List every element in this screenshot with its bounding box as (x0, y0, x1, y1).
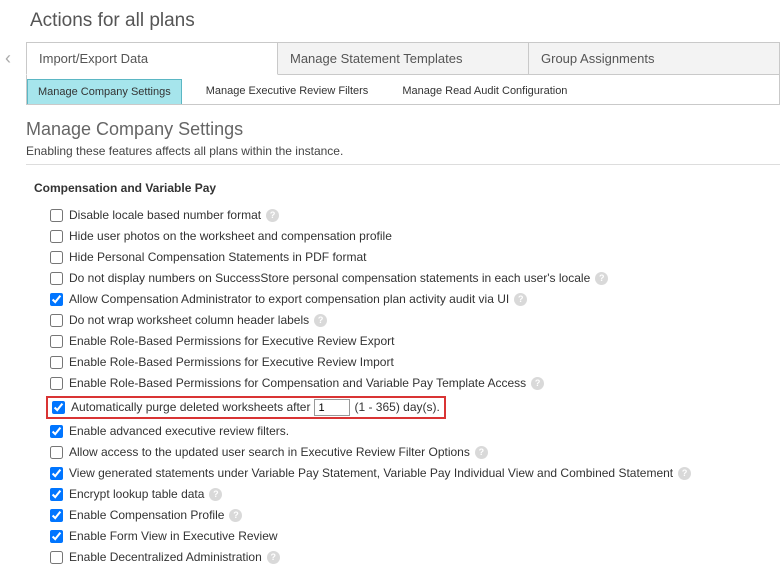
tier2-tabs: Manage Company Settings Manage Executive … (26, 75, 780, 105)
purge-days-input[interactable] (314, 399, 350, 416)
option-label: Enable Form View in Executive Review (69, 528, 278, 545)
option-row: Allow access to the updated user search … (50, 442, 780, 463)
group-title: Compensation and Variable Pay (34, 181, 780, 195)
tier1-tab[interactable]: Manage Statement Templates (278, 43, 529, 75)
help-icon[interactable]: ? (266, 209, 279, 222)
option-row: Do not wrap worksheet column header labe… (50, 310, 780, 331)
help-icon[interactable]: ? (475, 446, 488, 459)
option-checkbox[interactable] (50, 446, 63, 459)
option-checkbox[interactable] (50, 551, 63, 564)
option-label: Enable Decentralized Administration (69, 549, 262, 566)
option-checkbox[interactable] (50, 209, 63, 222)
option-row: Enable Role-Based Permissions for Execut… (50, 331, 780, 352)
option-checkbox[interactable] (50, 272, 63, 285)
highlighted-option: Automatically purge deleted worksheets a… (46, 396, 446, 419)
help-icon[interactable]: ? (678, 467, 691, 480)
option-checkbox[interactable] (50, 467, 63, 480)
option-checkbox[interactable] (50, 251, 63, 264)
option-label: Enable Compensation Profile (69, 507, 224, 524)
option-label: Do not display numbers on SuccessStore p… (69, 270, 590, 287)
option-label: View generated statements under Variable… (69, 465, 673, 482)
option-label-suffix: (1 - 365) day(s). (354, 399, 439, 416)
option-label: Disable locale based number format (69, 207, 261, 224)
help-icon[interactable]: ? (514, 293, 527, 306)
options-list: Disable locale based number format? Hide … (26, 205, 780, 568)
option-row: Enable Compensation Profile? (50, 505, 780, 526)
option-row: Disable locale based number format? (50, 205, 780, 226)
option-checkbox[interactable] (50, 230, 63, 243)
option-checkbox[interactable] (50, 488, 63, 501)
option-label: Encrypt lookup table data (69, 486, 204, 503)
option-checkbox[interactable] (50, 425, 63, 438)
option-row: Enable advanced executive review filters… (50, 421, 780, 442)
option-checkbox[interactable] (50, 314, 63, 327)
option-checkbox[interactable] (50, 530, 63, 543)
option-checkbox[interactable] (50, 377, 63, 390)
option-checkbox[interactable] (50, 293, 63, 306)
tier2-tab[interactable]: Manage Company Settings (27, 79, 182, 104)
tier1-tabs: Import/Export DataManage Statement Templ… (26, 42, 780, 75)
option-checkbox[interactable] (50, 335, 63, 348)
tier2-tab[interactable]: Manage Executive Review Filters (196, 79, 379, 104)
help-icon[interactable]: ? (229, 509, 242, 522)
back-chevron-icon[interactable]: ‹ (5, 48, 11, 69)
page-title: Actions for all plans (0, 0, 780, 42)
divider (26, 164, 780, 165)
help-icon[interactable]: ? (531, 377, 544, 390)
option-label: Hide user photos on the worksheet and co… (69, 228, 392, 245)
option-label: Enable Role-Based Permissions for Execut… (69, 333, 394, 350)
option-label: Enable Role-Based Permissions for Compen… (69, 375, 526, 392)
option-row: Enable Role-Based Permissions for Execut… (50, 352, 780, 373)
option-row: Hide Personal Compensation Statements in… (50, 247, 780, 268)
option-label: Allow Compensation Administrator to expo… (69, 291, 509, 308)
section-heading: Manage Company Settings (26, 119, 780, 140)
help-icon[interactable]: ? (314, 314, 327, 327)
tier1-tab[interactable]: Group Assignments (529, 43, 780, 75)
option-row: Do not display numbers on SuccessStore p… (50, 268, 780, 289)
option-row: View generated statements under Variable… (50, 463, 780, 484)
option-row: Enable Role-Based Permissions for Compen… (50, 373, 780, 394)
section-subtext: Enabling these features affects all plan… (26, 144, 780, 158)
option-checkbox[interactable] (50, 356, 63, 369)
option-row: Allow Compensation Administrator to expo… (50, 289, 780, 310)
option-label: Do not wrap worksheet column header labe… (69, 312, 309, 329)
help-icon[interactable]: ? (209, 488, 222, 501)
option-row: Hide user photos on the worksheet and co… (50, 226, 780, 247)
help-icon[interactable]: ? (267, 551, 280, 564)
option-label: Hide Personal Compensation Statements in… (69, 249, 366, 266)
option-label: Automatically purge deleted worksheets a… (71, 399, 310, 416)
option-label: Allow access to the updated user search … (69, 444, 470, 461)
option-row: Automatically purge deleted worksheets a… (50, 394, 780, 421)
option-checkbox[interactable] (52, 401, 65, 414)
option-label: Enable advanced executive review filters… (69, 423, 289, 440)
option-row: Enable Decentralized Administration? (50, 547, 780, 568)
option-label: Enable Role-Based Permissions for Execut… (69, 354, 394, 371)
tier2-tab[interactable]: Manage Read Audit Configuration (392, 79, 577, 104)
help-icon[interactable]: ? (595, 272, 608, 285)
option-row: Encrypt lookup table data? (50, 484, 780, 505)
option-row: Enable Form View in Executive Review (50, 526, 780, 547)
tier1-tab[interactable]: Import/Export Data (26, 43, 278, 75)
option-checkbox[interactable] (50, 509, 63, 522)
